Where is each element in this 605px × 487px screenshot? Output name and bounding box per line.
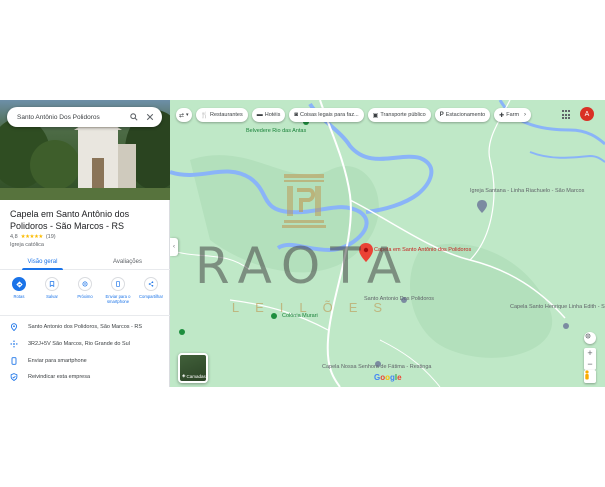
camera-icon: ◙ [294, 112, 298, 118]
my-location-icon [585, 333, 591, 339]
search-box[interactable]: Santo Antônio Dos Polidoros [7, 107, 162, 127]
chip-transit[interactable]: ▣ Transporte público [367, 108, 431, 122]
category-chips: ⇄ ▾ 🍴 Restaurantes ▬ Hotéis ◙ Coisas legais … [176, 108, 532, 124]
transit-icon: ▣ [372, 112, 379, 119]
pharmacy-icon: ✚ [499, 112, 505, 119]
place-title: Capela em Santo Antônio dos Polidoros - … [10, 209, 130, 231]
place-panel: Santo Antônio Dos Polidoros Capela em Sa… [0, 100, 170, 387]
map-terrain [170, 100, 605, 387]
action-buttons: Rotas Salvar Próximo Enviar para o smart… [4, 277, 166, 304]
chevron-left-icon: ‹ [173, 244, 175, 250]
poi-marker-capela-henrique [563, 323, 569, 329]
send-to-phone-text: Enviar para smartphone [28, 358, 87, 364]
shield-icon [10, 373, 18, 381]
chip-label: Transporte público [380, 112, 426, 118]
parking-icon: P [439, 112, 444, 118]
save-button[interactable]: Salvar [37, 277, 67, 304]
plus-code-text: 3R2J+5V São Marcos, Rio Grande do Sul [28, 341, 130, 347]
map-label-colonia-murari[interactable]: Colônia Murari [282, 313, 318, 320]
chip-label: Farm [506, 112, 520, 118]
send-to-phone-label: Enviar para o smartphone [105, 294, 131, 304]
chip-label: Coisas legais para faz... [299, 112, 359, 118]
send-to-phone-button[interactable]: Enviar para o smartphone [103, 277, 133, 304]
directions-label: Rotas [13, 294, 25, 299]
nearby-icon [78, 277, 92, 291]
map-label-selected-place[interactable]: Capela em Santo Antônio dos Polidoros [374, 247, 471, 254]
chip-label: Estacionamento [445, 112, 486, 118]
claim-business-row[interactable]: Reivindicar esta empresa [10, 373, 165, 381]
fork-knife-icon: 🍴 [200, 112, 209, 119]
chip-label: Hotéis [264, 112, 281, 118]
chip-sync[interactable]: ⇄ ▾ [176, 108, 192, 122]
chevron-right-icon[interactable]: › [524, 112, 526, 118]
chip-pharmacy[interactable]: ✚ Farm › [494, 108, 532, 122]
plus-code-row[interactable]: 3R2J+5V São Marcos, Rio Grande do Sul [10, 340, 165, 348]
plus-code-icon [10, 340, 18, 348]
place-category[interactable]: Igreja católica [10, 242, 44, 248]
bed-icon: ▬ [256, 112, 263, 118]
directions-button[interactable]: Rotas [4, 277, 34, 304]
map-canvas[interactable]: Belvedere Rio das Antas Igreja Santana -… [170, 100, 605, 387]
review-count[interactable]: (19) [46, 234, 56, 240]
street-view-pegman[interactable] [584, 370, 596, 383]
zoom-controls: + − [584, 348, 596, 370]
chip-things-to-do[interactable]: ◙ Coisas legais para faz... [289, 108, 364, 122]
share-label: Compartilhar [139, 294, 163, 299]
tab-reviews[interactable]: Avaliações [85, 256, 170, 269]
share-button[interactable]: Compartilhar [136, 277, 166, 304]
chip-restaurants[interactable]: 🍴 Restaurantes [195, 108, 248, 122]
apps-grid-icon[interactable] [562, 110, 572, 120]
send-to-phone-row[interactable]: Enviar para smartphone [10, 357, 165, 365]
zoom-out-button[interactable]: − [584, 359, 596, 370]
nearby-label: Próximo [77, 294, 93, 299]
phone-icon [11, 357, 17, 365]
save-label: Salvar [46, 294, 58, 299]
address-row[interactable]: Santo Antonio dos Polidoros, São Marcos … [10, 323, 165, 331]
poi-marker-left [179, 329, 185, 335]
close-icon[interactable] [142, 109, 158, 125]
layers-button[interactable]: ◈ Camadas [178, 353, 208, 383]
collapse-panel-button[interactable]: ‹ [170, 238, 178, 256]
layers-label-row: ◈ Camadas [182, 373, 206, 379]
nearby-button[interactable]: Próximo [70, 277, 100, 304]
poi-marker-colonia-murari [271, 313, 277, 319]
search-input[interactable]: Santo Antônio Dos Polidoros [17, 114, 126, 121]
my-location-button[interactable] [584, 332, 596, 344]
chip-hotels[interactable]: ▬ Hotéis [251, 108, 286, 122]
map-label-nossa-senhora[interactable]: Capela Nossa Senhora de Fátima - Resting… [322, 364, 431, 371]
google-logo: Google [374, 373, 402, 382]
sync-icon: ⇄ [179, 112, 185, 119]
divider [0, 315, 170, 316]
pegman-icon [585, 370, 589, 380]
claim-business-text: Reivindicar esta empresa [28, 374, 91, 380]
share-icon [144, 277, 158, 291]
place-tabs: Visão geral Avaliações [0, 256, 170, 270]
location-pin-icon [10, 323, 18, 331]
chip-label: Restaurantes [210, 112, 243, 118]
bookmark-icon [45, 277, 59, 291]
rating-value: 4,8 [10, 234, 18, 240]
address-text: Santo Antonio dos Polidoros, São Marcos … [28, 324, 143, 330]
phone-icon [111, 277, 125, 291]
layers-icon: ◈ [182, 373, 186, 378]
map-label-belvedere[interactable]: Belvedere Rio das Antas [246, 128, 306, 135]
layers-label: Camadas [186, 373, 206, 379]
map-label-igreja-santana[interactable]: Igreja Santana - Linha Riachuelo - São M… [470, 188, 584, 195]
map-label-santo-antonio[interactable]: Santo Antonio Dos Polidoros [364, 296, 434, 303]
search-icon[interactable] [126, 109, 142, 125]
rating-stars: ★★★★★ [20, 234, 44, 240]
tab-overview[interactable]: Visão geral [0, 256, 85, 270]
directions-icon [12, 277, 26, 291]
maps-app-frame: Santo Antônio Dos Polidoros Capela em Sa… [0, 100, 605, 387]
rating-row: 4,8 ★★★★★ (19) [10, 234, 56, 240]
chip-parking[interactable]: P Estacionamento [434, 108, 491, 122]
account-avatar[interactable]: A [580, 107, 594, 121]
map-label-capela-henrique[interactable]: Capela Santo Henrique Linha Edith - São [510, 304, 605, 311]
zoom-in-button[interactable]: + [584, 348, 596, 359]
